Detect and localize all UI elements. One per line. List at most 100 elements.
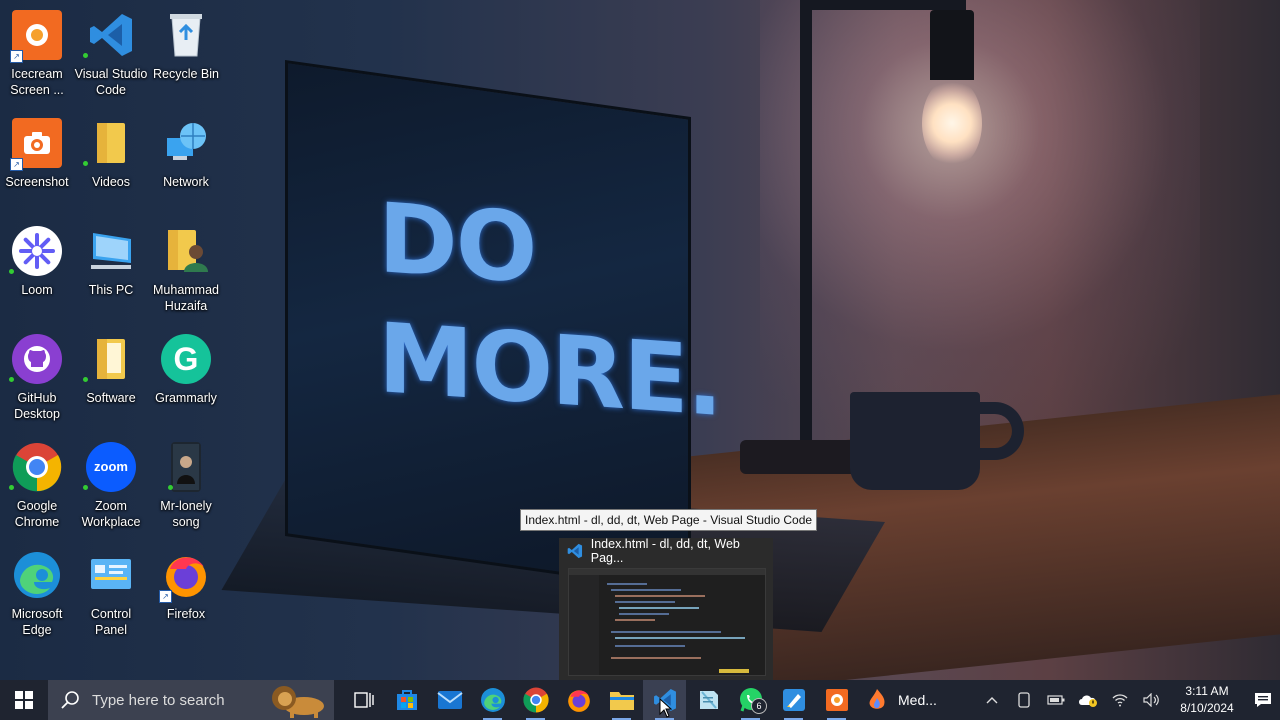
clock-time: 3:11 AM xyxy=(1185,684,1229,698)
coffee-mug xyxy=(850,392,980,490)
taskbar: 6 Med... 3:11 AM 8/10 xyxy=(0,680,1280,720)
media-flame-icon xyxy=(869,689,885,709)
taskbar-notepad[interactable] xyxy=(686,680,729,720)
desktop-icon-network[interactable]: Network xyxy=(149,114,223,190)
taskbar-mail[interactable] xyxy=(428,680,471,720)
mouse-cursor-icon xyxy=(659,698,673,718)
desktop-icon-zoom[interactable]: zoom Zoom Workplace xyxy=(74,438,148,530)
start-button[interactable] xyxy=(0,680,48,720)
taskbar-firefox[interactable] xyxy=(557,680,600,720)
system-tray: 3:11 AM 8/10/2024 xyxy=(976,680,1280,720)
desktop-icon-label: Icecream Screen ... xyxy=(10,67,64,97)
control-panel-icon xyxy=(86,550,136,600)
firefox-icon: ↗ xyxy=(159,550,211,603)
sync-status-icon xyxy=(9,269,14,274)
video-file-icon xyxy=(168,442,201,492)
desktop-icon-thispc[interactable]: This PC xyxy=(74,222,148,298)
desktop-icon-label: Firefox xyxy=(166,607,206,621)
preview-header: Index.html - dl, dd, dt, Web Pag... xyxy=(559,537,773,565)
desktop-icon-label: Zoom Workplace xyxy=(81,499,141,529)
action-center-button[interactable] xyxy=(1246,680,1280,720)
firefox-icon xyxy=(567,690,590,712)
desktop-icon-firefox[interactable]: ↗ Firefox xyxy=(149,546,223,622)
lamp-pole xyxy=(800,0,812,440)
desktop-icon-label: Mr-lonely song xyxy=(160,499,212,529)
folder-icon xyxy=(83,118,136,168)
desktop-icon-icecream[interactable]: ↗ Icecream Screen ... xyxy=(0,6,74,98)
chevron-up-icon xyxy=(986,697,998,704)
sync-status-icon xyxy=(83,377,88,382)
slogan-line-1: DO xyxy=(378,182,536,306)
lamp-shade xyxy=(930,10,974,80)
slogan-line-2: MORE. xyxy=(378,302,722,438)
folder-icon xyxy=(83,334,136,384)
desktop-icon-loom[interactable]: Loom xyxy=(0,222,74,298)
vscode-icon xyxy=(83,10,136,60)
tray-volume[interactable] xyxy=(1136,680,1168,720)
taskbar-paint[interactable] xyxy=(772,680,815,720)
desktop-icon-label: GitHub Desktop xyxy=(14,391,60,421)
desktop-icon-huzaifa[interactable]: Muhammad Huzaifa xyxy=(149,222,223,314)
sync-status-icon xyxy=(83,485,88,490)
desktop-icon-label: Grammarly xyxy=(155,391,217,405)
taskbar-whatsapp[interactable]: 6 xyxy=(729,680,772,720)
desktop-icon-videos[interactable]: Videos xyxy=(74,114,148,190)
desktop-icon-github[interactable]: GitHub Desktop xyxy=(0,330,74,422)
desktop-icon-software[interactable]: Software xyxy=(74,330,148,406)
desktop-icon-label: Visual Studio Code xyxy=(74,67,148,97)
taskbar-edge[interactable] xyxy=(471,680,514,720)
task-view-icon xyxy=(353,692,374,708)
battery-icon xyxy=(1047,695,1065,705)
icecream-screen-recorder-icon: ↗ xyxy=(10,10,62,63)
tray-onedrive[interactable] xyxy=(1072,680,1104,720)
desktop-icon-chrome[interactable]: Google Chrome xyxy=(0,438,74,530)
tray-wifi[interactable] xyxy=(1104,680,1136,720)
desktop-icon-label: Control Panel xyxy=(90,607,132,637)
taskbar-vscode[interactable] xyxy=(643,680,686,720)
desktop-icon-grammarly[interactable]: G Grammarly xyxy=(149,330,223,406)
zoom-icon: zoom xyxy=(83,442,136,492)
computer-icon xyxy=(86,226,136,276)
taskbar-icecream[interactable] xyxy=(815,680,858,720)
onedrive-warning-icon xyxy=(1079,695,1097,707)
desktop-icon-label: Muhammad Huzaifa xyxy=(153,283,219,313)
desktop-icon-recyclebin[interactable]: Recycle Bin xyxy=(149,6,223,82)
taskbar-file-explorer[interactable] xyxy=(600,680,643,720)
windows-logo-icon xyxy=(15,691,33,709)
desktop-icon-label: Microsoft Edge xyxy=(11,607,63,637)
sync-status-icon xyxy=(83,161,88,166)
taskbar-window-preview[interactable]: Index.html - dl, dd, dt, Web Pag... xyxy=(559,537,773,680)
notification-center-icon xyxy=(1255,693,1271,707)
taskbar-store[interactable] xyxy=(385,680,428,720)
zoom-icon-text: zoom xyxy=(94,459,128,474)
taskbar-clock[interactable]: 3:11 AM 8/10/2024 xyxy=(1172,683,1242,717)
taskbar-search-box[interactable] xyxy=(48,680,334,720)
tray-meet-now[interactable] xyxy=(1008,680,1040,720)
desktop-icon-label: Screenshot xyxy=(5,175,69,189)
show-hidden-icons-button[interactable] xyxy=(976,680,1008,720)
mail-icon xyxy=(436,691,463,709)
desktop-icon-vscode[interactable]: Visual Studio Code xyxy=(74,6,148,98)
desktop-icon-mrlonely[interactable]: Mr-lonely song xyxy=(149,438,223,530)
paint-icon xyxy=(782,689,805,711)
desktop-icon-label: Network xyxy=(163,175,209,189)
grammarly-icon: G xyxy=(161,334,211,384)
grammarly-letter-icon: G xyxy=(173,341,199,377)
network-globe-icon xyxy=(161,118,211,168)
taskbar-media-widget[interactable]: Med... xyxy=(858,680,945,720)
taskbar-chrome[interactable] xyxy=(514,680,557,720)
desktop-icon-label: Videos xyxy=(92,175,130,189)
sync-status-icon xyxy=(9,377,14,382)
notification-badge: 6 xyxy=(751,698,767,714)
taskbar-task-view[interactable] xyxy=(342,680,385,720)
search-input[interactable] xyxy=(90,690,264,710)
desktop-icon-controlpanel[interactable]: Control Panel xyxy=(74,546,148,638)
search-icon xyxy=(61,691,79,709)
desktop-icon-label: Recycle Bin xyxy=(153,67,219,81)
desktop-icon-label: Software xyxy=(86,391,136,405)
media-label: Med... xyxy=(898,692,937,708)
tray-battery[interactable] xyxy=(1040,680,1072,720)
vscode-icon xyxy=(567,543,583,559)
desktop-icon-screenshot[interactable]: ↗ Screenshot xyxy=(0,114,74,190)
desktop-icon-edge[interactable]: Microsoft Edge xyxy=(0,546,74,638)
